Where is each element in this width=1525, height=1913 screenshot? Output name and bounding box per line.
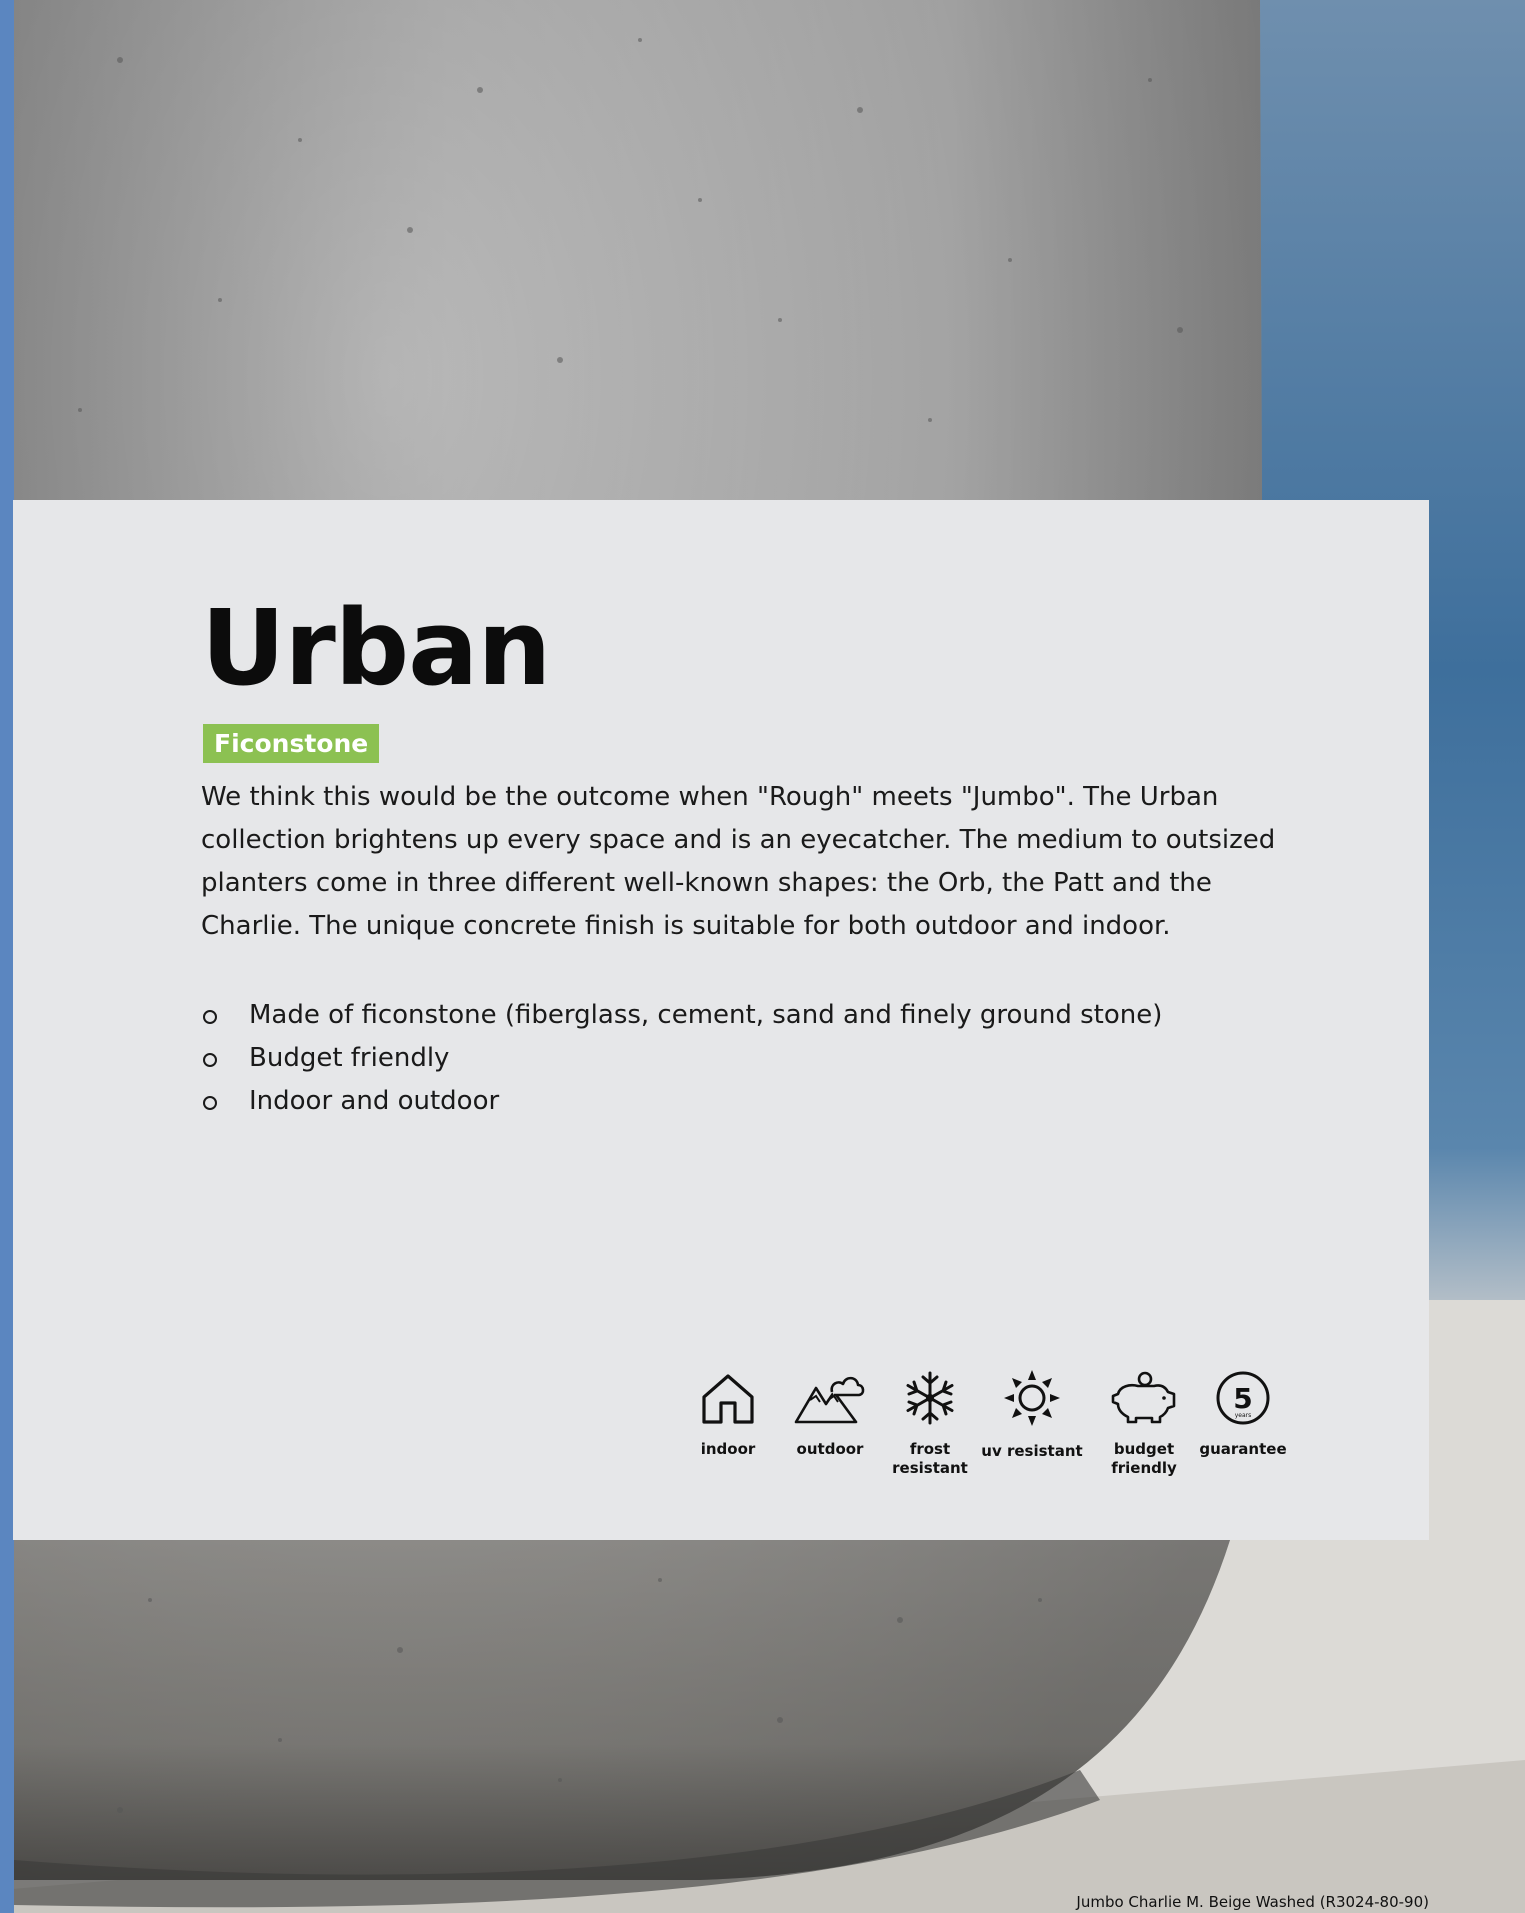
collection-description: We think this would be the outcome when … xyxy=(201,782,1276,941)
feature-budget-friendly: budget friendly xyxy=(1089,1370,1199,1478)
feature-label: frost resistant xyxy=(892,1440,968,1477)
material-badge: Ficonstone xyxy=(203,724,380,763)
feature-label: outdoor xyxy=(796,1440,864,1458)
list-item: Made of ficonstone (fiberglass, cement, … xyxy=(201,994,1162,1037)
feature-uv-resistant: uv resistant xyxy=(977,1370,1087,1461)
list-item-text: Made of ficonstone (fiberglass, cement, … xyxy=(249,1000,1163,1030)
guarantee-number: 5 xyxy=(1233,1382,1252,1415)
feature-label: guarantee xyxy=(1199,1440,1287,1458)
bullet-circle-icon xyxy=(203,1010,217,1024)
bullet-circle-icon xyxy=(203,1096,217,1110)
feature-outdoor: outdoor xyxy=(775,1370,885,1459)
piggy-bank-icon xyxy=(1111,1371,1176,1424)
list-item: Indoor and outdoor xyxy=(201,1080,1162,1123)
list-item-text: Budget friendly xyxy=(249,1043,450,1073)
feature-label: budget friendly xyxy=(1111,1440,1177,1477)
sun-icon xyxy=(1004,1370,1060,1426)
collection-title: Urban xyxy=(201,587,551,709)
bullet-circle-icon xyxy=(203,1053,217,1067)
feature-frost-resistant: frost resistant xyxy=(875,1370,985,1478)
mountain-cloud-icon xyxy=(794,1376,865,1424)
feature-guarantee: 5 years guarantee xyxy=(1188,1370,1298,1459)
photo-caption: Jumbo Charlie M. Beige Washed (R3024-80-… xyxy=(1076,1893,1429,1911)
list-item: Budget friendly xyxy=(201,1037,1162,1080)
guarantee-badge-icon: 5 years xyxy=(1216,1371,1270,1425)
snowflake-icon xyxy=(906,1371,954,1425)
feature-label: indoor xyxy=(700,1440,756,1458)
guarantee-unit: years xyxy=(1235,1412,1252,1419)
list-item-text: Indoor and outdoor xyxy=(249,1086,500,1116)
feature-indoor: indoor xyxy=(673,1370,783,1459)
feature-list: Made of ficonstone (fiberglass, cement, … xyxy=(201,994,1162,1123)
info-panel: Urban Ficonstone We think this would be … xyxy=(13,500,1429,1540)
house-icon xyxy=(702,1374,754,1424)
feature-label: uv resistant xyxy=(981,1442,1083,1460)
